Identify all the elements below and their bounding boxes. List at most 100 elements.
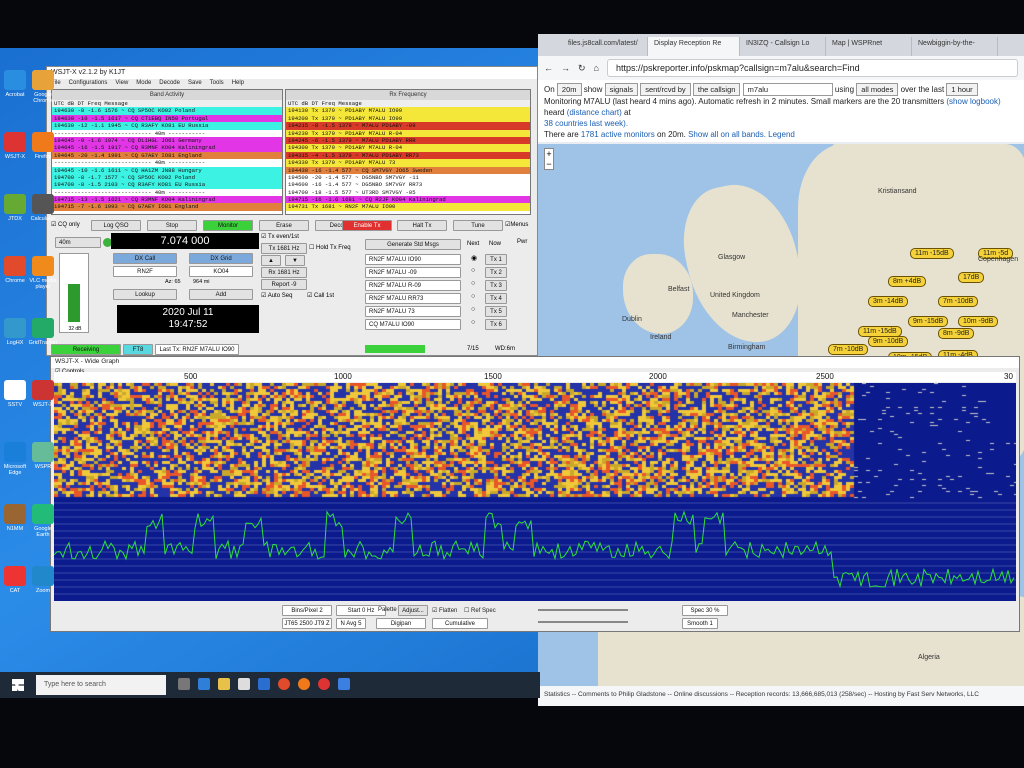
app-task-icon[interactable] (338, 678, 350, 690)
task-view-icon[interactable] (178, 678, 190, 690)
forward-icon[interactable]: → (561, 63, 570, 73)
next-radio-4[interactable]: ○ (471, 293, 475, 300)
menu-tools[interactable]: Tools (210, 80, 224, 88)
halt-tx-button[interactable]: Halt Tx (397, 220, 447, 231)
band-row[interactable]: 194700 -8 -1.5 2103 ~ CQ R3AFY KO81 EU R… (52, 181, 282, 189)
cq-only-checkbox[interactable]: ☑ CQ only (51, 221, 80, 228)
report-marker[interactable]: 9m -10dB (868, 336, 909, 347)
next-radio-3[interactable]: ○ (471, 280, 475, 287)
countries-link[interactable]: 38 countries last week). (544, 119, 628, 128)
rx-freq-spinner[interactable]: Rx 1681 Hz (261, 267, 307, 278)
band-row[interactable]: 194645 -10 -1.6 1611 ~ CQ HA1ZM JN88 Hun… (52, 166, 282, 174)
tab-wsprnet[interactable]: Map | WSPRnet (826, 37, 912, 56)
zoom-control[interactable]: + − (544, 148, 554, 170)
bins-per-pixel[interactable]: Bins/Pixel 2 (282, 605, 332, 616)
band-row[interactable]: 194715 -7 -1.6 1993 ~ CQ G7AEY IO81 Engl… (52, 203, 282, 211)
generate-std-msgs-button[interactable]: Generate Std Msgs (365, 239, 461, 250)
tx-even-checkbox[interactable]: ☑ Tx even/1st (261, 233, 299, 240)
url-field[interactable]: https://pskreporter.info/pskmap?callsign… (606, 59, 1018, 77)
tx-message-3[interactable]: RN2F M7ALU R-09 (365, 280, 461, 291)
band-row[interactable]: 194700 -8 -1.7 1577 ~ CQ SP5OC KO02 Pola… (52, 173, 282, 182)
rx-row[interactable]: 194600 -16 -1.4 577 ~ DG5NBO SM7VGY RR73 (286, 181, 530, 189)
tab-pskreporter[interactable]: Display Reception Re (648, 37, 740, 56)
report-marker[interactable]: 9m -15dB (908, 316, 949, 327)
rx-row[interactable]: 194200 Tx 1379 ~ PD1ABY M7ALU IO90 (286, 114, 530, 123)
period-select[interactable]: 1 hour (946, 83, 978, 96)
ref-spec-checkbox[interactable]: ☐ Ref Spec (464, 607, 496, 614)
waterfall-display[interactable] (54, 383, 1016, 499)
desktop-icon[interactable] (32, 256, 54, 276)
report-marker[interactable]: 17dB (958, 272, 985, 283)
desktop-icon[interactable] (4, 132, 26, 152)
back-icon[interactable]: ← (544, 63, 553, 73)
tx-message-1[interactable]: RN2F M7ALU IO90 (365, 254, 461, 265)
desktop-icon[interactable] (32, 380, 54, 400)
rx-row[interactable]: 194715 -16 -1.6 1681 ~ CQ R2JF KO04 Kali… (286, 196, 530, 204)
tx-button-4[interactable]: Tx 4 (485, 293, 507, 304)
tx-button-2[interactable]: Tx 2 (485, 267, 507, 278)
rx-row[interactable]: 194430 -16 -1.4 577 ~ CQ SM7VGY JO65 Swe… (286, 166, 530, 174)
store-icon[interactable] (238, 678, 250, 690)
tab-qrz[interactable]: IN3IZQ - Callsign Lo (740, 37, 826, 56)
tx-freq-spinner[interactable]: Tx 1681 Hz (261, 243, 307, 254)
desktop-icon[interactable] (4, 442, 26, 462)
next-radio-5[interactable]: ○ (471, 306, 475, 313)
spec-percent-spinner[interactable]: Spec 30 % (682, 605, 728, 616)
legend-link[interactable]: Legend (768, 130, 795, 139)
desktop-icon[interactable] (32, 132, 54, 152)
desktop-icon[interactable] (4, 318, 26, 338)
next-radio-6[interactable]: ○ (471, 319, 475, 326)
desktop-icon[interactable] (32, 566, 54, 586)
rx-row[interactable]: 194215 -8 -1.5 1379 ~ M7ALU PD1ABY -09 (286, 122, 530, 130)
desktop-icon[interactable] (4, 566, 26, 586)
monitor-button[interactable]: Monitor (203, 220, 253, 231)
desktop-icon[interactable] (4, 256, 26, 276)
desktop-icon[interactable] (32, 194, 54, 214)
callsign-input[interactable]: m7alu (742, 83, 833, 96)
band-row[interactable]: 194630 -8 -1.6 1576 ~ CQ SP5OC KO02 Pola… (52, 107, 282, 115)
desktop-icon[interactable] (32, 70, 54, 90)
spectrum-type-select[interactable]: Cumulative (432, 618, 488, 629)
menu-configurations[interactable]: Configurations (69, 80, 108, 88)
stop-button[interactable]: Stop (147, 220, 197, 231)
spectrum-display[interactable] (54, 499, 1016, 601)
report-marker[interactable]: 10m -9dB (958, 316, 999, 327)
all-bands-link[interactable]: Show all on all bands. (688, 130, 766, 139)
menu-mode[interactable]: Mode (136, 80, 151, 88)
adjust-button[interactable]: Adjust... (398, 605, 428, 616)
hold-tx-checkbox[interactable]: ☐ Hold Tx Freq (309, 244, 351, 251)
rx-row[interactable]: 194300 Tx 1379 ~ PD1ABY M7ALU R-04 (286, 144, 530, 152)
tab-files[interactable]: files.js8call.com/latest/ (562, 37, 648, 56)
reload-icon[interactable]: ↻ (578, 63, 586, 74)
desktop-icon[interactable] (4, 380, 26, 400)
taskbar-search[interactable]: Type here to search (36, 675, 166, 695)
tx-button-3[interactable]: Tx 3 (485, 280, 507, 291)
tx-message-5[interactable]: RN2F M7ALU 73 (365, 306, 461, 317)
sent-select[interactable]: sent/rcvd by (640, 83, 691, 96)
enable-tx-button[interactable]: Enable Tx (342, 220, 392, 231)
distance-chart-link[interactable]: (distance chart) (567, 108, 622, 117)
rx-row[interactable]: 194700 -18 -1.5 577 ~ UT3RD SM7VGY -05 (286, 188, 530, 197)
home-icon[interactable]: ⌂ (594, 63, 599, 73)
report-marker[interactable]: 3m -14dB (868, 296, 909, 307)
band-row[interactable]: 194630 -12 -1.1 1945 ~ CQ R3AFY KO81 EU … (52, 122, 282, 130)
n-avg-spinner[interactable]: N Avg 5 (336, 618, 366, 629)
band-row[interactable]: 194715 -13 -1.5 1621 ~ CQ R3MNF KO04 Kal… (52, 196, 282, 204)
rx-row[interactable]: 194245 -6 -1.5 1379 ~ M7ALU PD1ABY RRR (286, 136, 530, 145)
band-row[interactable]: 194645 -20 -1.4 1991 ~ CQ G7AEY IO81 Eng… (52, 151, 282, 160)
rx-row[interactable]: 194230 Tx 1379 ~ PD1ABY M7ALU R-04 (286, 129, 530, 137)
firefox-icon[interactable] (298, 678, 310, 690)
report-marker[interactable]: 7m -10dB (938, 296, 979, 307)
auto-seq-checkbox[interactable]: ☑ Auto Seq (261, 292, 292, 299)
rx-row[interactable]: 194315 -4 -1.5 1379 ~ M7ALU PD1ABY RR73 (286, 151, 530, 160)
flatten-checkbox[interactable]: ☑ Flatten (432, 607, 457, 614)
band-row[interactable]: 194630 -10 -1.5 1617 ~ CQ CT1EBQ IN50 Po… (52, 114, 282, 123)
tab-newbiggin[interactable]: Newbiggin-by-the- (912, 37, 998, 56)
tx-message-6[interactable]: CQ M7ALU IO90 (365, 319, 461, 330)
wsjtx-task-icon[interactable] (318, 678, 330, 690)
report-marker[interactable]: 11m -15dB (858, 326, 902, 337)
tx-message-4[interactable]: RN2F M7ALU RR73 (365, 293, 461, 304)
desktop-icon[interactable] (32, 504, 54, 524)
next-radio-2[interactable]: ○ (471, 267, 475, 274)
menu-view[interactable]: View (115, 80, 128, 88)
